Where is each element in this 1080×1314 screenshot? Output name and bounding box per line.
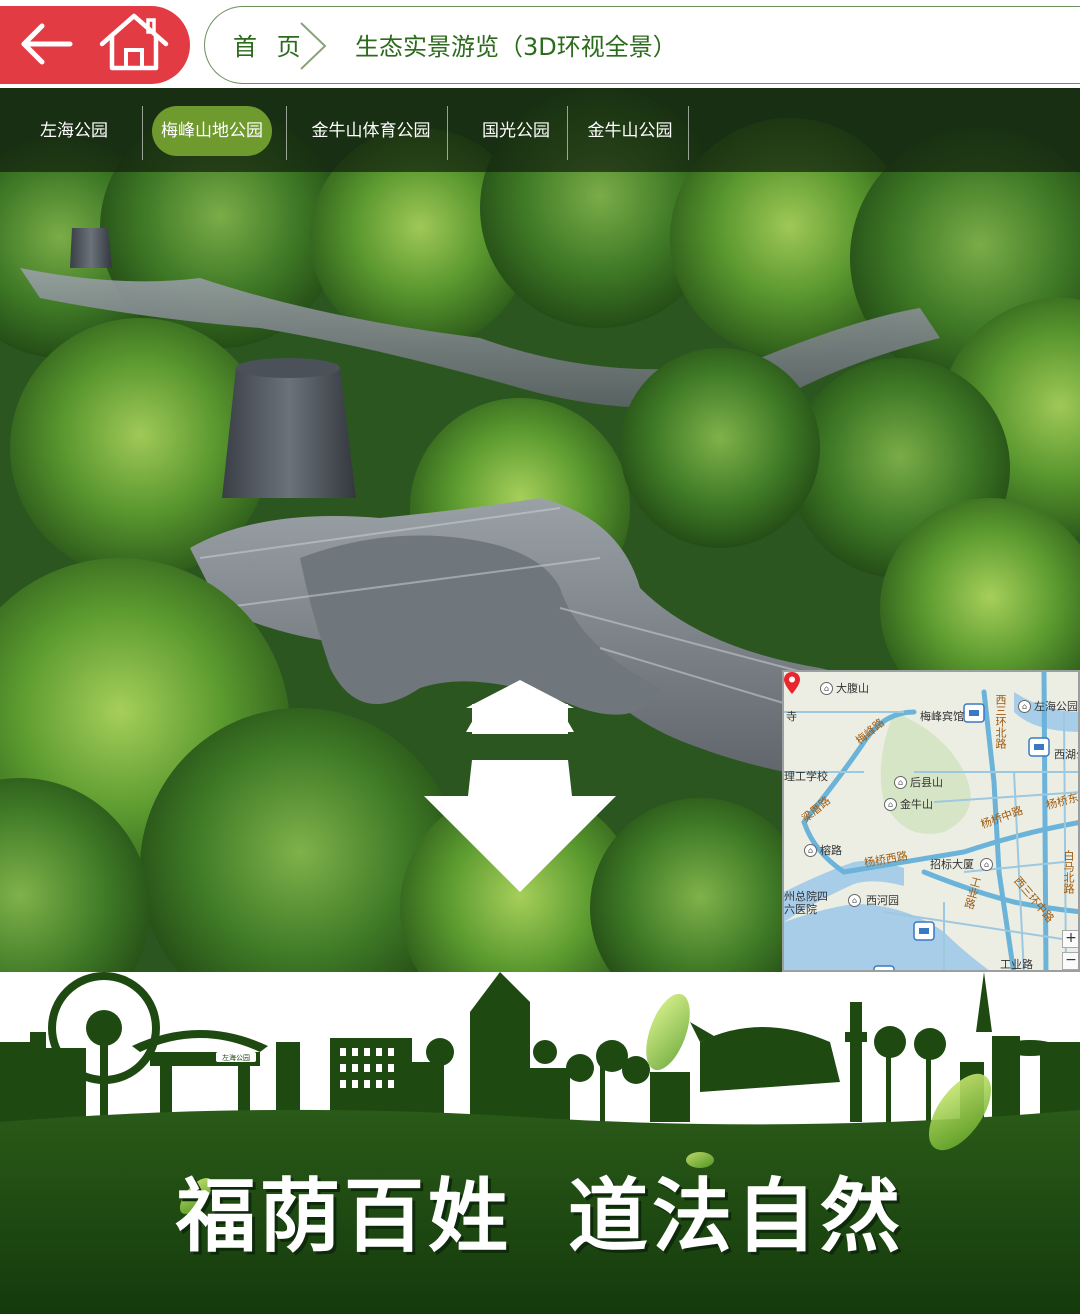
map-pin-icon (784, 672, 800, 694)
park-tab-bar: 左海公园 梅峰山地公园 金牛山体育公园 国光公园 金牛山公园 (0, 88, 1080, 172)
map-label-gongye-road: 工业路 (1000, 958, 1033, 971)
slogan-right: 道法自然 (568, 1169, 904, 1263)
breadcrumb: 首 页 生态实景游览（3D环视全景） (204, 6, 1080, 84)
nav-pill (0, 6, 190, 84)
back-arrow-icon (21, 23, 73, 65)
chevron-right-icon (300, 22, 327, 70)
map-label-xiheyuan: 西河园 (866, 894, 899, 907)
panorama-view[interactable]: 左海公园 梅峰山地公园 金牛山体育公园 国光公园 金牛山公园 ⌂ 大腹山 梅峰宾… (0, 88, 1080, 972)
map-label-hospital-2: 六医院 (784, 903, 817, 916)
up-down-arrow-icon[interactable] (424, 680, 616, 892)
tab-zuohai-park[interactable]: 左海公园 (22, 106, 126, 156)
tab-divider (286, 106, 287, 160)
poi-icon: ⌂ (820, 682, 833, 695)
map-label-rongqiao: 榕路 (820, 844, 842, 857)
tab-jinniushan-park[interactable]: 金牛山公园 (580, 106, 680, 156)
back-button[interactable] (12, 6, 92, 84)
location-map[interactable]: ⌂ 大腹山 梅峰宾馆 ⌂ 左海公园 西湖公 寺 理工学校 ⌂ 后县山 ⌂ 金牛山… (782, 670, 1080, 972)
poi-icon: ⌂ (980, 858, 993, 871)
footer-slogan: 福荫百姓 道法自然 (0, 1166, 1080, 1266)
tab-divider (447, 106, 448, 160)
poi-icon: ⌂ (848, 894, 861, 907)
slogan-left: 福荫百姓 (176, 1169, 512, 1263)
breadcrumb-home-link[interactable]: 首 页 (233, 27, 307, 62)
map-zoom-out-button[interactable]: − (1062, 952, 1078, 970)
tab-divider (142, 106, 143, 160)
map-label-school: 理工学校 (784, 770, 828, 783)
map-label-zuohai-park: 左海公园 (1034, 700, 1078, 713)
road-label-baima-north: 白马北路 (1062, 850, 1075, 894)
tab-guoguang-park[interactable]: 国光公园 (466, 106, 566, 156)
poi-icon: ⌂ (1018, 700, 1031, 713)
map-label-jinniushan: 金牛山 (900, 798, 933, 811)
tab-divider (567, 106, 568, 160)
home-icon (99, 13, 169, 71)
map-label-zhaobiao: 招标大厦 (930, 858, 974, 871)
home-button[interactable] (96, 6, 176, 84)
map-label-houxian: 后县山 (910, 776, 943, 789)
map-zoom-in-button[interactable]: + (1062, 930, 1078, 948)
map-label-temple: 寺 (786, 710, 797, 723)
tab-meifeng-park[interactable]: 梅峰山地公园 (152, 106, 272, 156)
map-label-xihu-park: 西湖公 (1054, 748, 1078, 761)
poi-icon: ⌂ (804, 844, 817, 857)
top-header: 首 页 生态实景游览（3D环视全景） (0, 0, 1080, 88)
map-label-dafushan: 大腹山 (836, 682, 869, 695)
breadcrumb-current: 生态实景游览（3D环视全景） (355, 33, 677, 61)
footer-banner: 左海公园 福荫百姓 道法自然 (0, 972, 1080, 1314)
map-label-meifeng-hotel: 梅峰宾馆 (920, 710, 964, 723)
tab-jinniushan-sports-park[interactable]: 金牛山体育公园 (298, 106, 444, 156)
poi-icon: ⌂ (884, 798, 897, 811)
gate-plaque-text: 左海公园 (222, 1053, 250, 1062)
map-label-hospital: 州总院四 (784, 890, 828, 903)
tab-divider (688, 106, 689, 160)
road-label-xisanhuan-north: 西三环北路 (994, 694, 1007, 749)
poi-icon: ⌂ (894, 776, 907, 789)
